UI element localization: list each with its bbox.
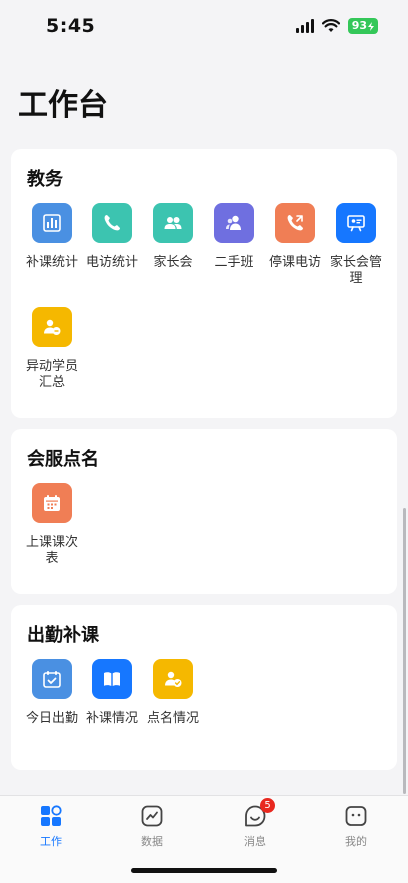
bar-chart-icon <box>32 203 72 243</box>
menu-item-today-attendance[interactable]: 今日出勤 <box>21 659 83 727</box>
grid-icon <box>39 804 63 828</box>
menu-item-student-change-summary[interactable]: 异动学员汇总 <box>21 307 83 391</box>
tab-messages[interactable]: 5 消息 <box>225 798 285 849</box>
menu-item-class-schedule[interactable]: 上课课次表 <box>21 483 83 567</box>
menu-item-roll-call-status[interactable]: 点名情况 <box>142 659 204 727</box>
menu-item-makeup-stats[interactable]: 补课统计 <box>21 203 83 271</box>
tab-label: 数据 <box>141 835 163 848</box>
battery-icon: 93 <box>347 18 378 34</box>
menu-item-suspend-call[interactable]: 停课电访 <box>264 203 326 271</box>
menu-item-label: 停课电访 <box>268 255 321 270</box>
message-icon: 5 <box>243 798 275 828</box>
unread-badge: 5 <box>260 798 275 813</box>
menu-item-label: 补课统计 <box>25 255 78 270</box>
user-check-icon <box>153 659 193 699</box>
menu-item-label: 家长会管理 <box>329 255 382 286</box>
menu-item-makeup-status[interactable]: 补课情况 <box>81 659 143 727</box>
chart-icon <box>140 804 164 828</box>
tab-label: 消息 <box>244 835 266 848</box>
scrollbar[interactable] <box>403 508 406 794</box>
menu-item-call-stats[interactable]: 电访统计 <box>81 203 143 271</box>
section-title: 出勤补课 <box>27 625 99 646</box>
menu-item-label: 二手班 <box>214 255 254 270</box>
menu-item-label: 上课课次表 <box>25 535 78 566</box>
calendar-check-icon <box>32 659 72 699</box>
menu-item-label: 异动学员汇总 <box>25 359 78 390</box>
tab-label: 我的 <box>345 835 367 848</box>
signal-icon <box>295 19 314 33</box>
section-title: 会服点名 <box>27 449 99 470</box>
tab-work[interactable]: 工作 <box>21 804 81 849</box>
menu-item-label: 点名情况 <box>146 711 199 726</box>
tab-data[interactable]: 数据 <box>122 804 182 849</box>
status-bar: 5:45 93 <box>0 0 408 54</box>
home-indicator <box>131 868 277 873</box>
battery-level: 93 <box>351 19 367 32</box>
presentation-icon <box>336 203 376 243</box>
menu-item-parent-meeting[interactable]: 家长会 <box>142 203 204 271</box>
calendar-icon <box>32 483 72 523</box>
section-card-attendance: 出勤补课 今日出勤 补课情况 点名情况 <box>11 605 397 770</box>
menu-item-label: 家长会 <box>153 255 193 270</box>
group-icon <box>214 203 254 243</box>
tab-profile[interactable]: 我的 <box>326 804 386 849</box>
menu-item-label: 电访统计 <box>85 255 138 270</box>
tab-label: 工作 <box>40 835 62 848</box>
section-title: 教务 <box>27 169 63 190</box>
page-title: 工作台 <box>18 88 108 123</box>
user-chat-icon <box>32 307 72 347</box>
status-time: 5:45 <box>46 15 96 37</box>
people-icon <box>153 203 193 243</box>
profile-icon <box>344 804 368 828</box>
phone-icon <box>92 203 132 243</box>
menu-item-second-hand-class[interactable]: 二手班 <box>203 203 265 271</box>
menu-item-label: 补课情况 <box>85 711 138 726</box>
section-card-roll-call: 会服点名 上课课次表 <box>11 429 397 594</box>
wifi-icon <box>321 19 340 32</box>
book-icon <box>92 659 132 699</box>
menu-item-label: 今日出勤 <box>25 711 78 726</box>
section-card-academic: 教务 补课统计 电访统计 家长会 二手班 停课电访 家长会管理 异动学员汇总 <box>11 149 397 418</box>
menu-item-parent-meeting-manage[interactable]: 家长会管理 <box>325 203 387 287</box>
phone-call-icon <box>275 203 315 243</box>
status-icons: 93 <box>295 18 378 34</box>
